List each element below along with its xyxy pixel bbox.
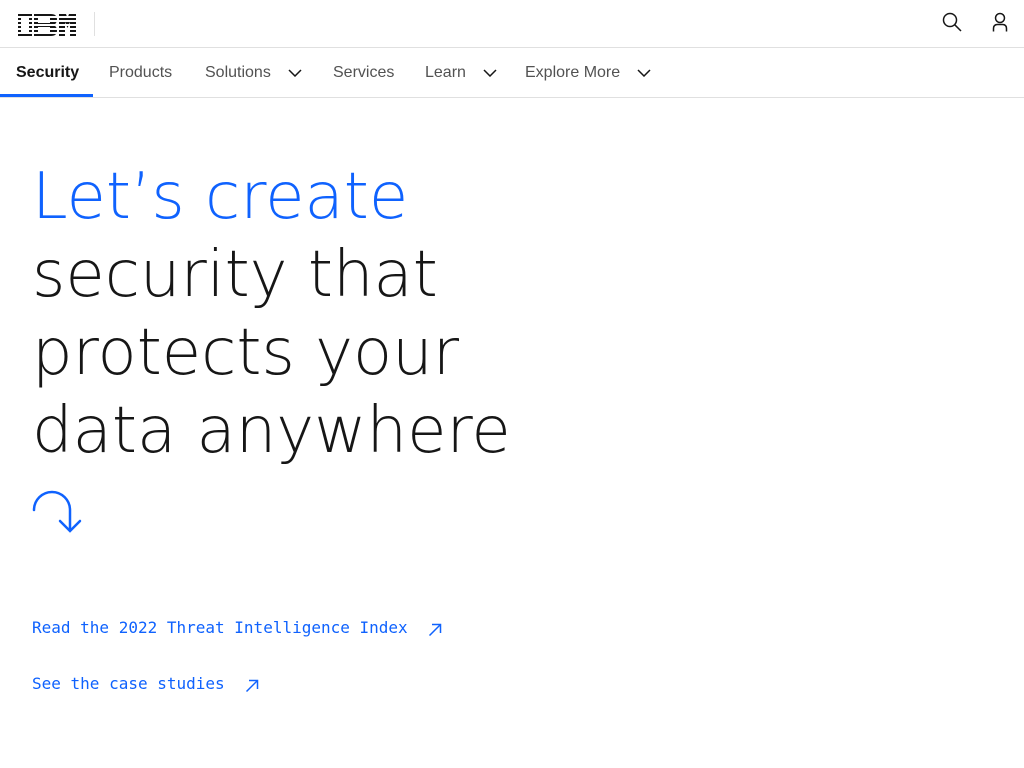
threat-intelligence-link[interactable]: Read the 2022 Threat Intelligence Index — [32, 615, 442, 639]
search-button[interactable] — [940, 12, 964, 36]
masthead — [0, 0, 1024, 48]
chevron-down-icon — [483, 68, 497, 77]
link-label: Read the 2022 Threat Intelligence Index — [32, 617, 408, 637]
nav-item-label: Solutions — [205, 63, 271, 81]
nav-item-services[interactable]: Services — [333, 48, 394, 97]
search-icon — [942, 12, 962, 37]
active-tab-indicator — [0, 94, 93, 97]
hero-heading-line: protects your — [32, 316, 460, 390]
sub-navigation: Security Products Solutions Services Lea… — [0, 48, 1024, 98]
nav-item-label: Products — [109, 63, 173, 81]
link-label: See the case studies — [32, 673, 225, 693]
nav-item-learn[interactable]: Learn — [425, 48, 497, 97]
case-studies-link[interactable]: See the case studies — [32, 671, 259, 695]
nav-item-explore-more[interactable]: Explore More — [525, 48, 651, 97]
nav-item-label: Services — [333, 63, 395, 81]
logo-divider — [94, 12, 95, 36]
user-profile-button[interactable] — [988, 12, 1012, 36]
nav-item-security[interactable]: Security — [16, 48, 79, 97]
ibm-logo[interactable] — [18, 14, 76, 36]
arrow-up-right-icon — [428, 623, 442, 637]
nav-item-label: Security — [16, 63, 80, 81]
hero-heading: Let’s create security that protects your… — [32, 158, 592, 470]
user-icon — [990, 12, 1010, 37]
curved-arrow-down-icon[interactable] — [30, 488, 90, 536]
arrow-up-right-icon — [245, 679, 259, 693]
hero-heading-line: security that — [32, 238, 438, 312]
nav-item-solutions[interactable]: Solutions — [205, 48, 302, 97]
hero-heading-accent: Let’s create — [32, 160, 409, 234]
nav-item-label: Explore More — [525, 63, 621, 81]
hero-heading-line: data anywhere — [32, 394, 511, 468]
nav-item-products[interactable]: Products — [109, 48, 172, 97]
nav-item-label: Learn — [425, 63, 466, 81]
chevron-down-icon — [637, 68, 651, 77]
chevron-down-icon — [288, 68, 302, 77]
